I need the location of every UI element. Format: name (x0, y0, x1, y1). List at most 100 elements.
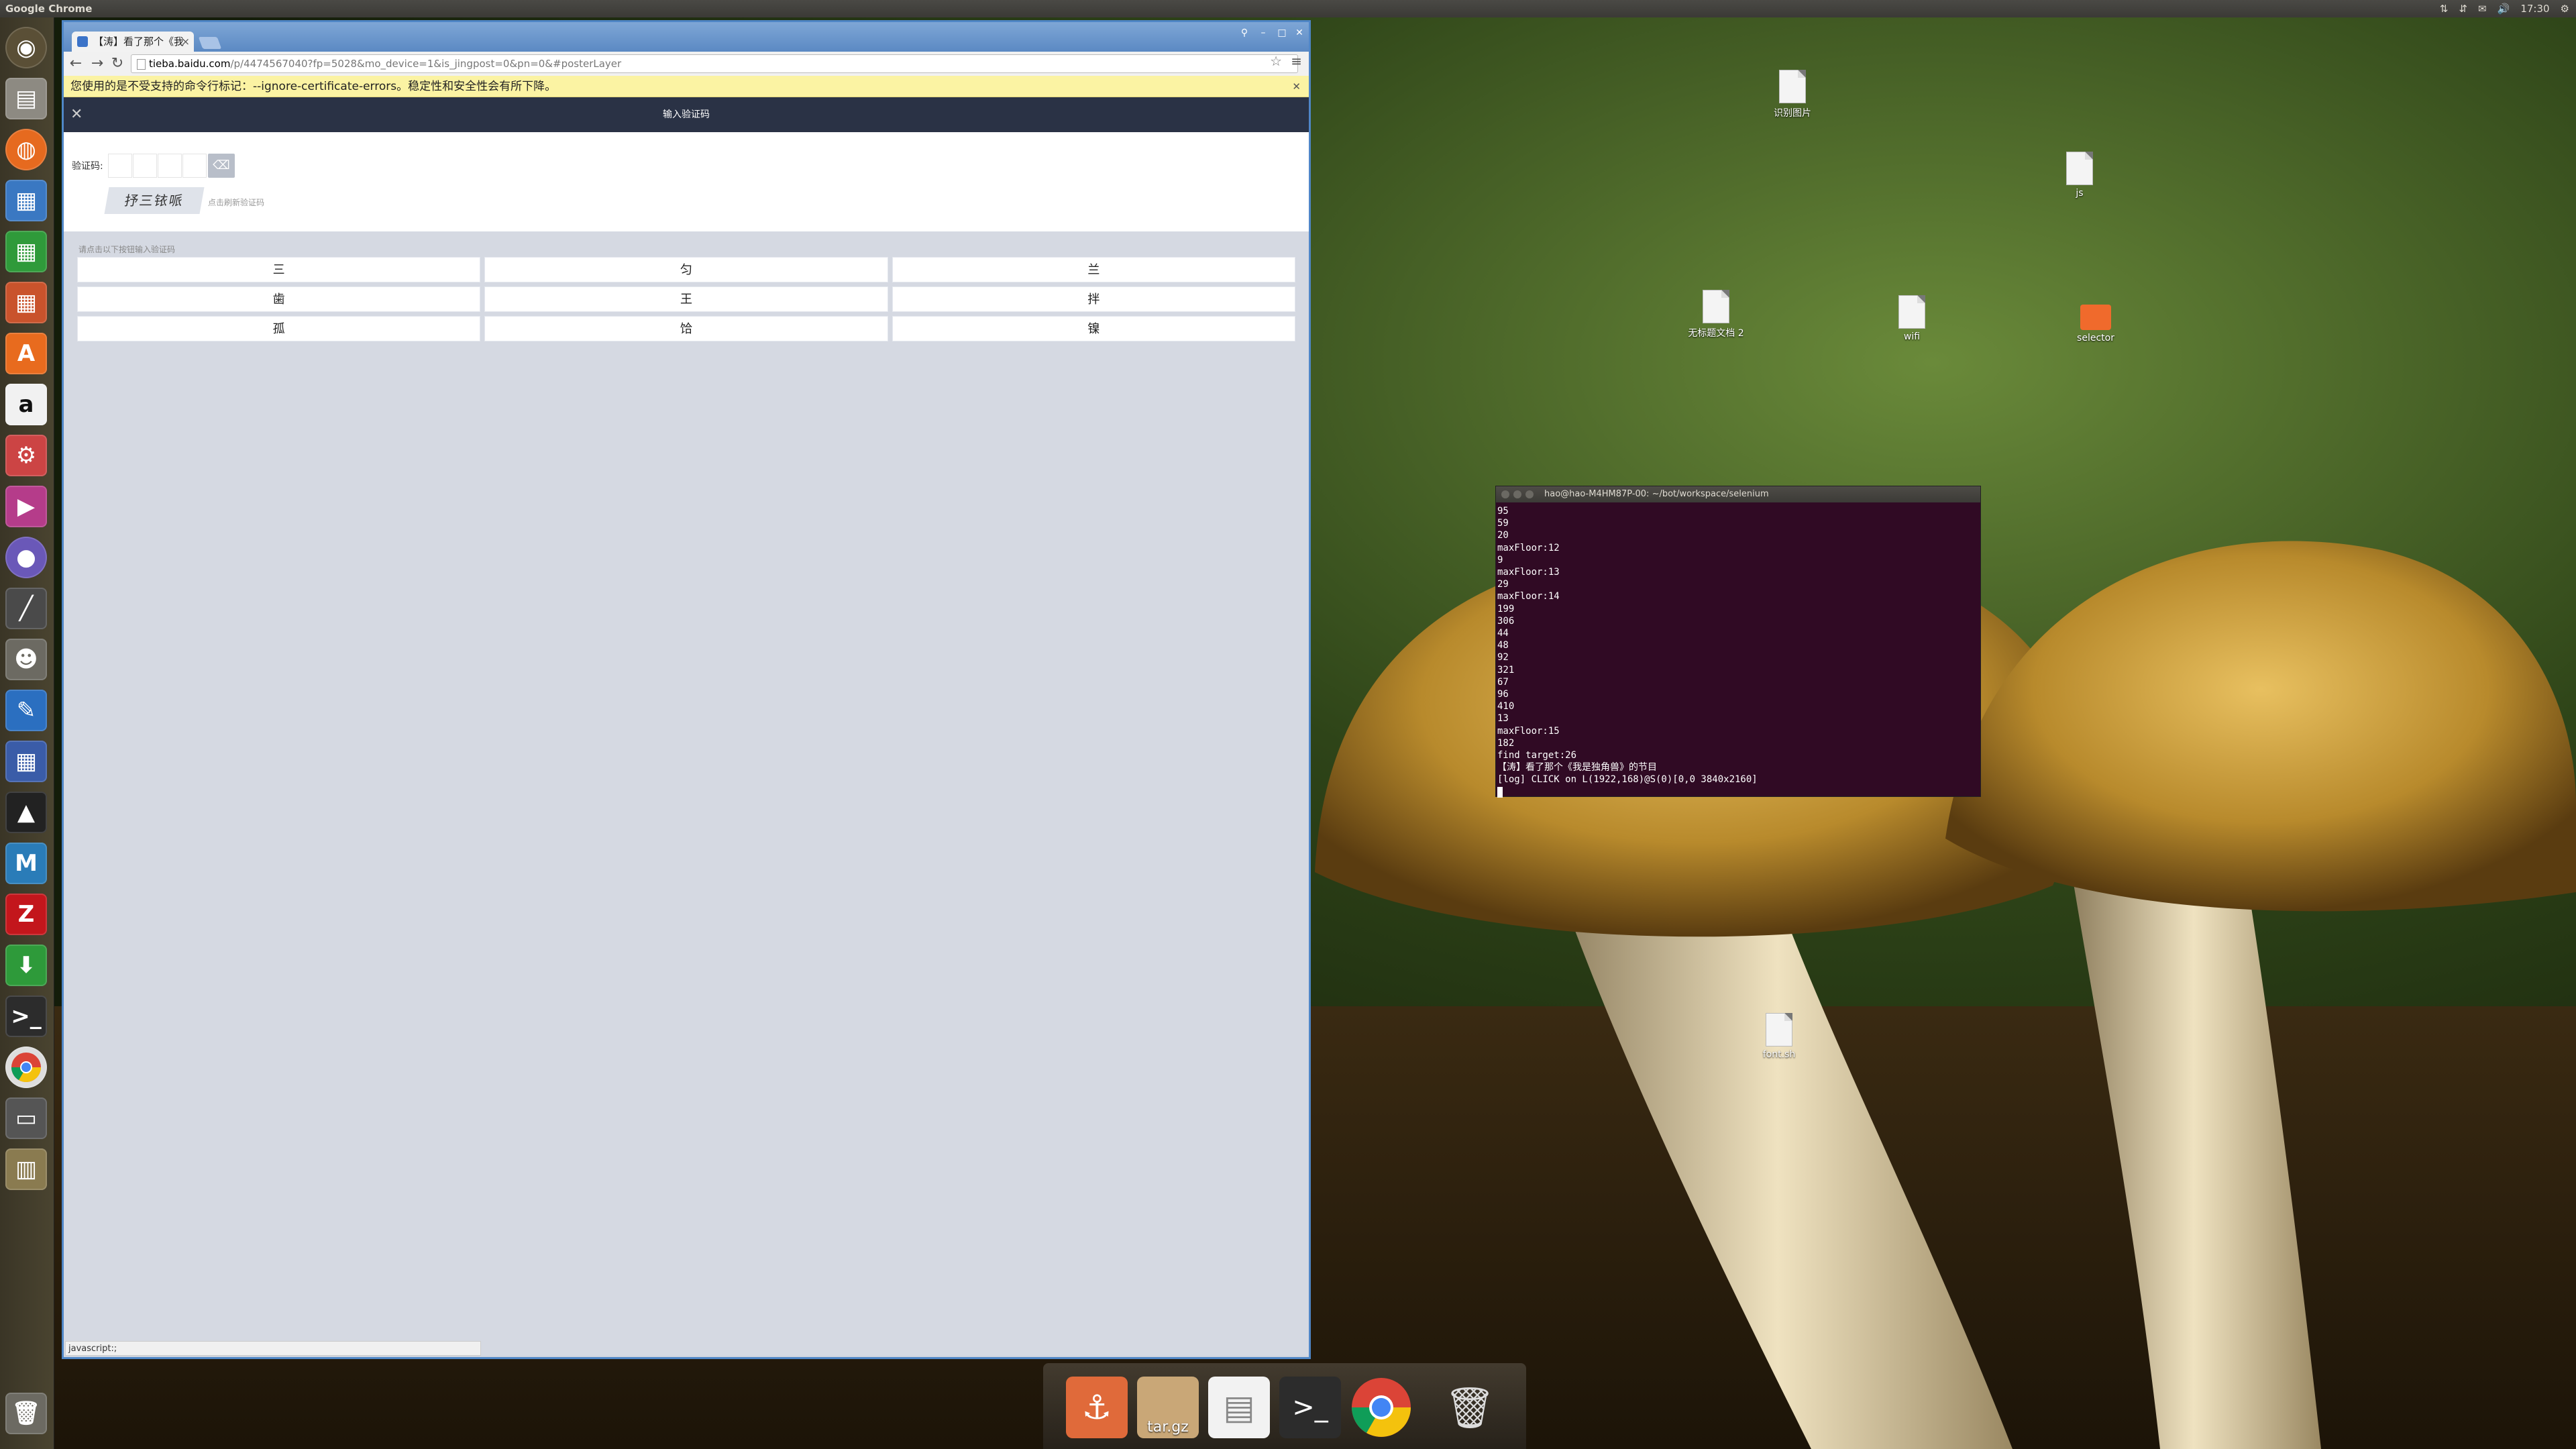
minimize-icon[interactable] (1513, 490, 1521, 498)
char-button[interactable]: 歯 (77, 286, 481, 312)
forward-arrow-icon[interactable]: → (88, 54, 107, 73)
terminal-window[interactable]: hao@hao-M4HM87P-00: ~/bot/workspace/sele… (1495, 486, 1981, 798)
terminal-title: hao@hao-M4HM87P-00: ~/bot/workspace/sele… (1544, 489, 1769, 499)
archive-icon[interactable]: tar.gz (1137, 1377, 1199, 1438)
captcha-image[interactable]: 抒三铱哌 (104, 187, 205, 214)
inkscape-icon[interactable]: ✎ (5, 690, 47, 731)
reload-icon[interactable]: ↻ (108, 54, 127, 73)
software-center-icon[interactable]: A (5, 333, 47, 374)
top-panel: Google Chrome ⇅ ⇵ ✉ 🔊 17:30 ⚙ (0, 0, 2576, 17)
desktop-folder-selector[interactable]: selector (2062, 305, 2129, 343)
settings-small-icon[interactable]: ⚲ (1236, 26, 1252, 40)
impress-icon[interactable]: ▦ (5, 282, 47, 323)
char-button[interactable]: 饸 (484, 316, 888, 341)
terminal-icon[interactable]: >_ (5, 996, 47, 1037)
desktop-file-识别图片[interactable]: 识别图片 (1759, 70, 1826, 119)
desktop-file-js[interactable]: js (2046, 152, 2113, 199)
dash-home-icon[interactable]: ◉ (5, 27, 47, 68)
char-button[interactable]: 孤 (77, 316, 481, 341)
captcha-label: 验证码: (72, 161, 103, 172)
filezilla-icon[interactable]: Z (5, 894, 47, 935)
workspace-switcher-icon[interactable]: ▥ (5, 1148, 47, 1190)
url-path: /p/4474567040?fp=5028&mo_device=1&is_jin… (230, 58, 622, 70)
close-window-button[interactable]: ✕ (1291, 26, 1307, 40)
gimp-icon[interactable]: ☻ (5, 639, 47, 680)
desktop-file-无标题文档[interactable]: 无标题文档 2 (1682, 290, 1750, 339)
tab-active[interactable]: 【涛】看了那个《我 × (72, 32, 194, 52)
maximize-icon[interactable] (1525, 490, 1534, 498)
code-box-2[interactable] (133, 154, 157, 178)
calc-icon[interactable]: ▦ (5, 231, 47, 272)
video-icon[interactable]: ▶ (5, 486, 47, 527)
inkscape-alt-icon[interactable]: ▲ (5, 792, 47, 833)
char-button[interactable]: 镍 (892, 316, 1295, 341)
terminal-icon[interactable]: >_ (1279, 1377, 1341, 1438)
anchor-icon[interactable]: ⚓ (1066, 1377, 1128, 1438)
desktop-icon-label: wifi (1903, 331, 1921, 342)
terminal-line: 92 (1497, 652, 1509, 663)
clock[interactable]: 17:30 (2520, 0, 2549, 17)
close-icon[interactable]: ✕ (70, 97, 83, 132)
code-box-4[interactable] (182, 154, 207, 178)
code-box-1[interactable] (108, 154, 132, 178)
download-icon[interactable]: ⬇ (5, 945, 47, 986)
chrome-titlebar[interactable]: 【涛】看了那个《我 × ⚲ – □ ✕ (64, 22, 1309, 52)
back-arrow-icon[interactable]: ← (66, 54, 85, 73)
char-button[interactable]: 三 (77, 257, 481, 282)
infobar-close-icon[interactable]: ✕ (1292, 76, 1301, 97)
char-button[interactable]: 拌 (892, 286, 1295, 312)
transfer-icon[interactable]: ⇵ (2459, 0, 2467, 17)
calculator-icon[interactable]: ▦ (5, 741, 47, 782)
firefox-icon[interactable]: ◍ (5, 129, 47, 170)
chrome-icon[interactable] (5, 1046, 47, 1088)
terminal-line: 95 (1497, 506, 1509, 517)
maximize-button[interactable]: □ (1274, 26, 1290, 40)
terminal-line: 20 (1497, 530, 1509, 541)
active-app-title: Google Chrome (5, 3, 93, 15)
mail-icon[interactable]: ✉ (2478, 0, 2487, 17)
system-monitor-icon[interactable]: M (5, 843, 47, 884)
gear-icon[interactable]: ⚙ (2561, 0, 2569, 17)
desktop-file-font-sh[interactable]: font.sh (1746, 1013, 1813, 1060)
menu-icon[interactable]: ≡ (1291, 53, 1302, 69)
terminal-titlebar[interactable]: hao@hao-M4HM87P-00: ~/bot/workspace/sele… (1496, 486, 1980, 502)
terminal-output: 95 59 20 maxFloor:12 9 maxFloor:13 29 maxFloor:… (1496, 502, 1980, 801)
storage-icon[interactable]: ▭ (5, 1097, 47, 1139)
warning-infobar: 您使用的是不受支持的命令行标记：--ignore-certificate-err… (64, 76, 1309, 97)
new-tab-button[interactable] (198, 37, 222, 49)
terminal-line: 306 (1497, 615, 1515, 627)
terminal-line: [log] CLICK on L(1922,168)@S(0)[0,0 3840… (1497, 774, 1758, 786)
writer-icon[interactable]: ▦ (5, 180, 47, 221)
trash-icon[interactable]: 🗑 (1439, 1377, 1501, 1438)
network-icon[interactable]: ⇅ (2440, 0, 2449, 17)
close-icon[interactable] (1501, 490, 1509, 498)
minimize-button[interactable]: – (1255, 26, 1271, 40)
volume-icon[interactable]: 🔊 (2498, 0, 2510, 17)
amazon-icon[interactable]: a (5, 384, 47, 425)
char-button[interactable]: 匀 (484, 257, 888, 282)
captcha-header: ✕ 输入验证码 (64, 97, 1309, 132)
terminal-line: 【涛】看了那个《我是独角兽》的节目 (1497, 762, 1657, 773)
close-icon[interactable]: × (181, 32, 190, 52)
terminal-line: 59 (1497, 518, 1509, 529)
files-icon[interactable]: ▤ (5, 78, 47, 119)
desktop-file-wifi[interactable]: wifi (1878, 295, 1945, 342)
terminal-line: maxFloor:15 (1497, 725, 1560, 737)
chrome-icon[interactable] (1350, 1377, 1412, 1438)
code-box-3[interactable] (158, 154, 182, 178)
backspace-button[interactable]: ⌫ (208, 154, 235, 178)
address-bar[interactable]: tieba.baidu.com/p/4474567040?fp=5028&mo_… (131, 54, 1298, 73)
terminal-line: 96 (1497, 689, 1509, 700)
screwdriver-icon[interactable]: ╱ (5, 588, 47, 629)
settings-icon[interactable]: ⚙ (5, 435, 47, 476)
page-icon (137, 59, 146, 70)
char-button[interactable]: 王 (484, 286, 888, 312)
char-button[interactable]: 兰 (892, 257, 1295, 282)
terminal-line: 9 (1497, 554, 1503, 566)
refresh-captcha-link[interactable]: 点击刷新验证码 (208, 197, 264, 208)
terminal-line: 199 (1497, 603, 1515, 614)
trash-icon[interactable]: 🗑 (5, 1393, 47, 1434)
disk-icon[interactable]: ● (5, 537, 47, 578)
document-icon[interactable]: ▤ (1208, 1377, 1270, 1438)
bookmark-star-icon[interactable]: ☆ (1270, 53, 1282, 69)
